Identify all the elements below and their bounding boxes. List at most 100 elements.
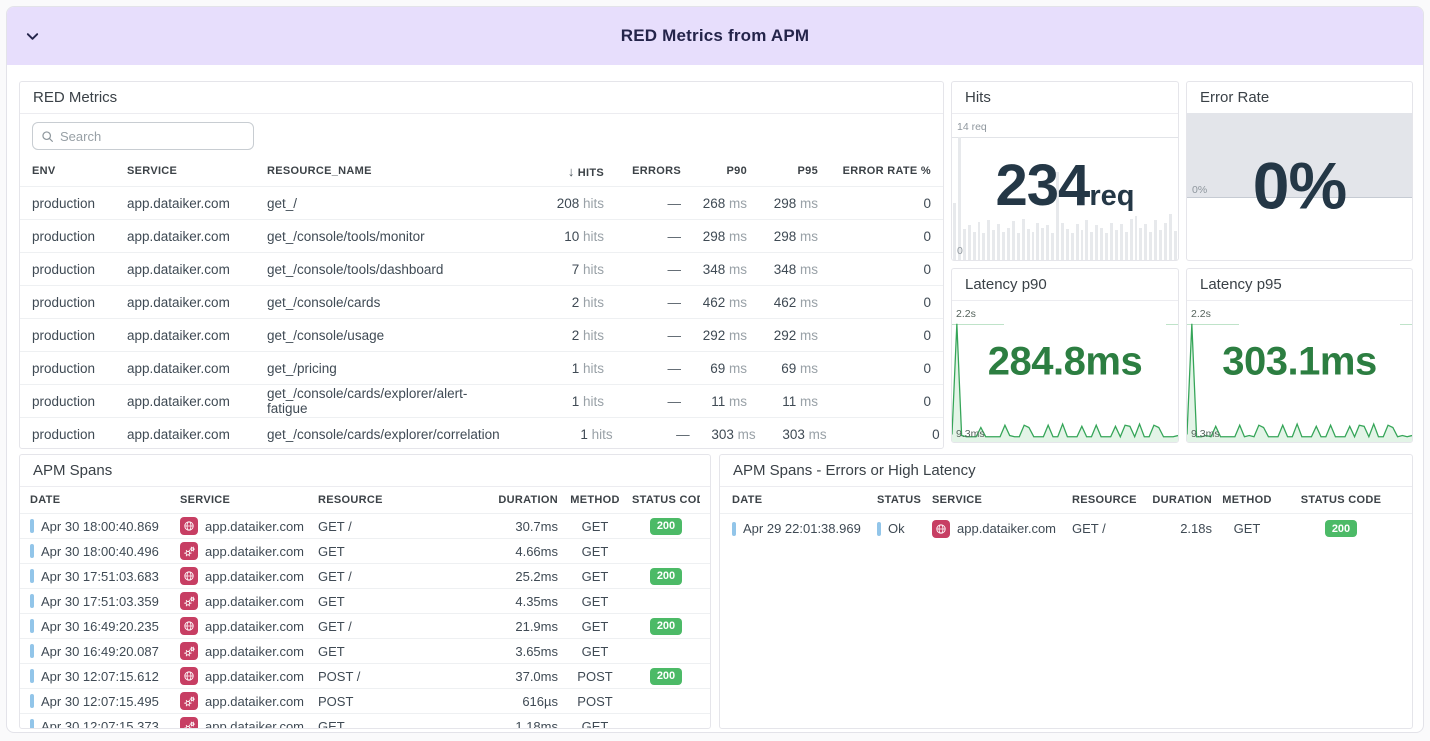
sort-desc-icon[interactable]: ↓ [568,164,575,179]
cell-hits: 2 hits [491,295,604,310]
column-header-service[interactable]: SERVICE [127,165,267,177]
cell-env: production [32,262,127,277]
column-header-date[interactable]: DATE [30,494,180,506]
cell-service: app.dataiker.com [180,617,318,635]
dashboard-page: RED Metrics from APM RED Metrics ENV SER… [0,0,1430,741]
column-header-method[interactable]: METHOD [1212,494,1282,506]
red-metrics-panel: RED Metrics ENV SERVICE RESOURCE_NAME ↓H… [19,81,944,449]
table-row[interactable]: productionapp.dataiker.comget_/console/c… [20,417,943,449]
column-header-date[interactable]: DATE [732,494,877,506]
table-row[interactable]: productionapp.dataiker.comget_/console/c… [20,384,943,417]
cell-error-rate: 0 [818,328,931,343]
column-header-resource[interactable]: RESOURCE [1072,494,1142,506]
cell-duration: 2.18s [1142,521,1212,536]
column-header-resource-name[interactable]: RESOURCE_NAME [267,165,491,177]
cell-p90: 348 ms [681,262,747,277]
table-row[interactable]: Apr 30 16:49:20.235app.dataiker.comGET /… [20,613,710,638]
table-row[interactable]: Apr 30 18:00:40.869app.dataiker.comGET /… [20,513,710,538]
hits-bar [1164,223,1167,260]
hits-bar [1027,229,1030,260]
cell-resource-name: get_/console/tools/monitor [267,229,491,244]
search-input[interactable] [60,129,245,144]
table-row[interactable]: Apr 30 17:51:03.359app.dataiker.comGET4.… [20,588,710,613]
cell-method: GET [558,619,632,634]
cell-env: production [32,295,127,310]
cell-hits: 2 hits [491,328,604,343]
cell-service: app.dataiker.com [932,520,1072,538]
table-row[interactable]: Apr 29 22:01:38.969Okapp.dataiker.comGET… [720,513,1412,543]
cell-env: production [32,394,127,409]
hits-bar [1135,216,1138,260]
cell-service: app.dataiker.com [127,262,267,277]
table-row[interactable]: productionapp.dataiker.comget_/console/u… [20,318,943,351]
cell-service: app.dataiker.com [180,517,318,535]
cell-p90: 69 ms [681,361,747,376]
latency-p95-big-value: 303.1ms [1187,340,1412,385]
column-header-status-code[interactable]: STATUS CODE [1282,494,1400,506]
cell-hits: 7 hits [491,262,604,277]
table-row[interactable]: productionapp.dataiker.comget_/pricing1 … [20,351,943,384]
collapse-chevron-icon[interactable] [25,29,40,44]
column-header-status-code[interactable]: STATUS CODE [632,494,700,506]
hits-bar [1120,224,1123,260]
column-header-error-rate[interactable]: ERROR RATE % [818,165,931,177]
column-header-service[interactable]: SERVICE [932,494,1072,506]
cell-p90: 462 ms [681,295,747,310]
column-header-duration[interactable]: DURATION [1142,494,1212,506]
cell-p95: 69 ms [747,361,818,376]
ms-unit: ms [738,427,756,442]
ms-unit: ms [729,394,747,409]
cell-method: GET [558,569,632,584]
service-text: app.dataiker.com [205,694,304,709]
hits-bar [997,224,1000,260]
column-header-resource[interactable]: RESOURCE [318,494,458,506]
cell-service: app.dataiker.com [180,567,318,585]
service-text: app.dataiker.com [205,669,304,684]
cell-env: production [32,427,127,442]
table-row[interactable]: productionapp.dataiker.comget_/208 hits—… [20,186,943,219]
cell-method: POST [558,669,632,684]
hits-bar [1125,232,1128,260]
error-rate-widget-title: Error Rate [1187,82,1412,114]
hits-bar [1154,220,1157,260]
table-row[interactable]: Apr 30 12:07:15.373app.dataiker.comGET1.… [20,713,710,729]
cell-date: Apr 30 18:00:40.869 [30,519,180,534]
table-row[interactable]: Apr 30 12:07:15.612app.dataiker.comPOST … [20,663,710,688]
column-header-method[interactable]: METHOD [558,494,632,506]
dashboard-card: RED Metrics from APM RED Metrics ENV SER… [6,6,1424,733]
cell-p90: 292 ms [681,328,747,343]
table-row[interactable]: productionapp.dataiker.comget_/console/c… [20,285,943,318]
column-header-p95[interactable]: P95 [747,165,818,177]
hits-bar [1100,228,1103,260]
cell-hits: 208 hits [491,196,604,211]
column-header-hits[interactable]: ↓HITS [491,164,604,179]
column-header-p90[interactable]: P90 [681,165,747,177]
cell-error-rate: 0 [818,361,931,376]
span-indicator-bar [30,569,34,583]
column-header-env[interactable]: ENV [32,165,127,177]
column-header-errors[interactable]: ERRORS [604,165,681,177]
column-header-status[interactable]: STATUS [877,494,932,506]
cell-env: production [32,196,127,211]
cell-status: Ok [877,521,932,536]
table-row[interactable]: Apr 30 17:51:03.683app.dataiker.comGET /… [20,563,710,588]
hits-bar [1061,223,1064,260]
dashboard-title: RED Metrics from APM [621,26,810,46]
column-header-service[interactable]: SERVICE [180,494,318,506]
cell-date: Apr 30 12:07:15.495 [30,694,180,709]
globe-icon [180,617,198,635]
table-row[interactable]: Apr 30 16:49:20.087app.dataiker.comGET3.… [20,638,710,663]
span-indicator-bar [30,694,34,708]
cell-service: app.dataiker.com [127,295,267,310]
latency-p95-chart: 2.2s 9.3ms 303.1ms [1187,300,1412,442]
cell-duration: 37.0ms [458,669,558,684]
column-header-duration[interactable]: DURATION [458,494,558,506]
table-row[interactable]: Apr 30 12:07:15.495app.dataiker.comPOST6… [20,688,710,713]
date-text: Apr 30 12:07:15.373 [41,719,159,730]
search-box[interactable] [32,122,254,150]
cell-resource: GET / [1072,521,1142,536]
date-text: Apr 30 18:00:40.869 [41,519,159,534]
table-row[interactable]: Apr 30 18:00:40.496app.dataiker.comGET4.… [20,538,710,563]
table-row[interactable]: productionapp.dataiker.comget_/console/t… [20,219,943,252]
table-row[interactable]: productionapp.dataiker.comget_/console/t… [20,252,943,285]
